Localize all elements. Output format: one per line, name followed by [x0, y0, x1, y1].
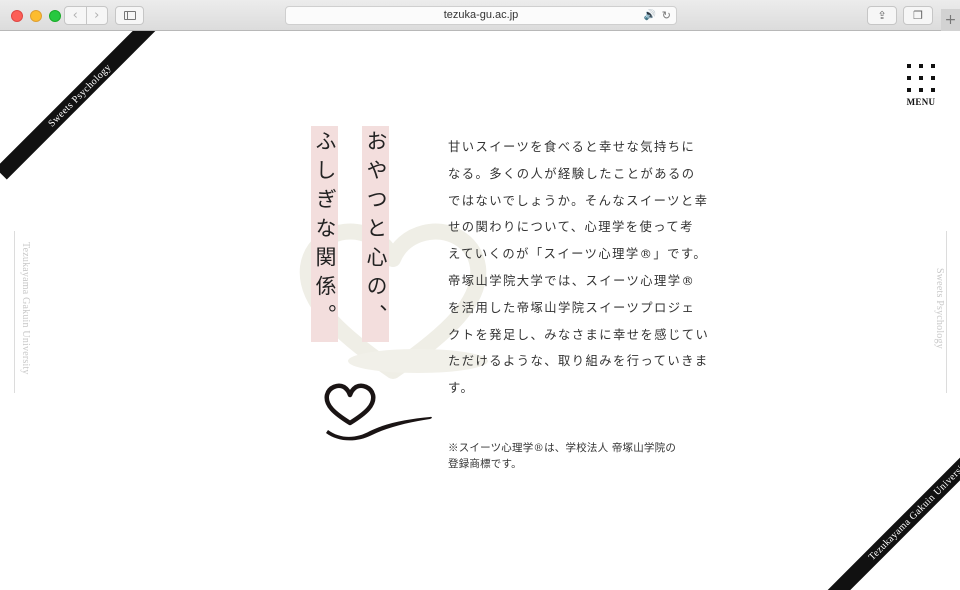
share-button[interactable]: ⇪: [867, 6, 897, 25]
paragraph-line: えていくのが「スイーツ心理学®」です。: [448, 247, 708, 262]
paragraph-line: ではないでしょうか。そんなスイーツと幸: [448, 193, 709, 208]
share-icon: ⇪: [877, 9, 887, 22]
reload-icon[interactable]: ↻: [662, 7, 671, 24]
url-text: tezuka-gu.ac.jp: [443, 9, 519, 21]
side-caption-right: Sweets Psychology: [934, 268, 945, 349]
tabs-icon: ❐: [913, 9, 923, 22]
show-tabs-button[interactable]: ❐: [903, 6, 933, 25]
paragraph-line: クトを発足し、みなさまに幸せを感じてい: [448, 327, 710, 342]
paragraph-line: せの関わりについて、心理学を使って考: [448, 220, 694, 235]
back-button[interactable]: ‹: [65, 7, 86, 24]
trademark-note: ※スイーツ心理学®は、学校法人 帝塚山学院の 登録商標です。: [448, 440, 696, 472]
speaker-icon[interactable]: 🔊: [644, 7, 656, 24]
sidebar-icon: [124, 11, 136, 20]
heart-spoon-illustration: [324, 383, 432, 441]
menu-label: MENU: [906, 97, 936, 107]
paragraph-line: を活用した帝塚山学院スイーツプロジェ: [448, 300, 696, 315]
title-line-1: おやつと心の、: [362, 126, 389, 342]
forward-button[interactable]: ›: [85, 7, 108, 24]
paragraph-line: なる。多くの人が経験したことがあるの: [448, 166, 696, 181]
grid-dots-icon: [907, 64, 935, 92]
paragraph-line: す。: [448, 381, 475, 396]
close-window-button[interactable]: [11, 10, 23, 22]
plus-icon: +: [944, 12, 957, 28]
intro-paragraph: 甘いスイーツを食べると幸せな気持ちに なる。多くの人が経験したことがあるの では…: [448, 134, 710, 402]
title-line-2: ふしぎな関係。: [311, 126, 338, 342]
new-tab-button[interactable]: +: [941, 9, 960, 31]
note-line: 登録商標です。: [448, 458, 522, 470]
ribbon-text: Tezukayama Gakuin University: [866, 457, 960, 563]
ribbon-text: Sweets Psychology: [45, 61, 114, 130]
note-line: ※スイーツ心理学®は、学校法人 帝塚山学院の: [448, 442, 677, 454]
paragraph-line: ただけるような、取り組みを行っていきま: [448, 354, 709, 369]
maximize-window-button[interactable]: [49, 10, 61, 22]
minimize-window-button[interactable]: [30, 10, 42, 22]
corner-ribbon-bottom-right: Tezukayama Gakuin University: [819, 428, 960, 590]
side-divider-left: [14, 231, 15, 393]
menu-button[interactable]: MENU: [905, 64, 937, 108]
page-content: Sweets Psychology Tezukayama Gakuin Univ…: [0, 31, 960, 590]
history-nav: ‹ ›: [64, 6, 108, 25]
address-bar[interactable]: tezuka-gu.ac.jp 🔊 ↻: [285, 6, 677, 25]
paragraph-line: 甘いスイーツを食べると幸せな気持ちに: [448, 140, 696, 154]
browser-toolbar: ‹ › tezuka-gu.ac.jp 🔊 ↻ ⇪ ❐ +: [0, 0, 960, 31]
side-divider-right: [946, 231, 947, 393]
corner-ribbon-top-left: Sweets Psychology: [0, 31, 177, 180]
paragraph-line: 帝塚山学院大学では、スイーツ心理学®: [448, 273, 696, 288]
side-caption-left: Tezukayama Gakuin University: [20, 242, 31, 375]
sidebar-toggle-button[interactable]: [115, 6, 144, 25]
